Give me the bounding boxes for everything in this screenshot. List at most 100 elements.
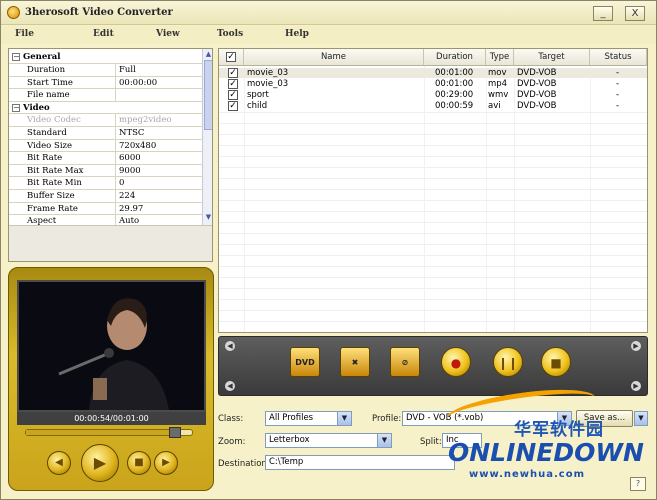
destination-input[interactable]: C:\Temp: [265, 455, 455, 470]
prop-row-bit-rate-min[interactable]: Bit Rate Min 0: [9, 177, 202, 190]
file-checkbox[interactable]: ✓: [228, 68, 238, 78]
prop-key: Standard: [27, 128, 67, 138]
empty-row-line: [219, 332, 647, 333]
empty-row-line: [219, 222, 647, 223]
prop-row-buffer-size[interactable]: Buffer Size 224: [9, 190, 202, 203]
toolbar-scroll-right-icon[interactable]: ▶: [631, 381, 641, 391]
prop-row-frame-rate[interactable]: Frame Rate 29.97: [9, 202, 202, 216]
seek-bar[interactable]: [25, 427, 193, 438]
collapse-icon[interactable]: −: [12, 53, 20, 61]
watermark-url: www.newhua.com: [469, 469, 586, 480]
convert-button[interactable]: ●: [441, 347, 471, 377]
empty-row-line: [219, 200, 647, 201]
file-checkbox[interactable]: ✓: [228, 79, 238, 89]
chevron-down-icon[interactable]: ▼: [377, 434, 391, 447]
file-name: movie_03: [247, 68, 289, 78]
minimize-button[interactable]: _: [593, 6, 613, 21]
prop-key: File name: [27, 90, 70, 101]
prop-value[interactable]: 6000: [115, 152, 201, 165]
file-status: -: [616, 90, 620, 100]
prop-key: Frame Rate: [27, 203, 78, 214]
file-target: DVD-VOB: [517, 90, 557, 100]
menu-help[interactable]: Help: [285, 29, 309, 39]
file-checkbox[interactable]: ✓: [228, 101, 238, 111]
file-row[interactable]: ✓ movie_03 00:01:00 mov DVD-VOB -: [219, 68, 647, 78]
prop-value[interactable]: 9000: [115, 164, 201, 177]
toolbar-scroll-left-icon[interactable]: ◀: [225, 381, 235, 391]
seek-handle[interactable]: [169, 427, 182, 438]
header-name[interactable]: Name: [244, 49, 424, 66]
prop-row-file-name[interactable]: File name: [9, 89, 202, 102]
next-button[interactable]: ▶: [154, 451, 178, 475]
collapse-icon[interactable]: −: [12, 103, 20, 112]
section-video[interactable]: − Video: [9, 102, 202, 115]
properties-scrollbar[interactable]: ▲ ▼: [202, 49, 212, 225]
chevron-down-icon[interactable]: ▼: [337, 412, 351, 425]
prop-row-start-time[interactable]: Start Time 00:00:00: [9, 76, 202, 90]
save-as-dropdown[interactable]: ▼: [634, 411, 648, 426]
file-row[interactable]: ✓ movie_03 00:01:00 mp4 DVD-VOB -: [219, 79, 647, 89]
file-row[interactable]: ✓ child 00:00:59 avi DVD-VOB -: [219, 101, 647, 111]
prop-value[interactable]: 29.97: [115, 202, 201, 215]
app-logo-icon: [7, 6, 20, 19]
prop-value[interactable]: 720x480: [115, 139, 201, 152]
scroll-up-icon[interactable]: ▲: [204, 50, 212, 59]
prop-row-video-size[interactable]: Video Size 720x480: [9, 139, 202, 153]
menu-view[interactable]: View: [156, 29, 180, 39]
header-type[interactable]: Type: [486, 49, 514, 66]
empty-row-line: [219, 167, 647, 168]
prop-key: Duration: [27, 65, 66, 75]
zoom-select[interactable]: Letterbox ▼: [265, 433, 392, 448]
stop-button[interactable]: ■: [127, 451, 151, 475]
prop-row-bit-rate-max[interactable]: Bit Rate Max 9000: [9, 164, 202, 178]
file-checkbox[interactable]: ✓: [228, 90, 238, 100]
add-dvd-button[interactable]: DVD: [290, 347, 320, 377]
toolbar-scroll-left-icon[interactable]: ◀: [225, 341, 235, 351]
scroll-thumb[interactable]: [204, 60, 212, 130]
prop-value[interactable]: Full: [115, 64, 201, 76]
close-button[interactable]: X: [625, 6, 645, 21]
seek-progress: [26, 430, 176, 435]
previous-button[interactable]: ◀: [47, 451, 71, 475]
section-general[interactable]: − General: [9, 51, 202, 64]
menu-tools[interactable]: Tools: [217, 29, 243, 39]
menu-file[interactable]: File: [15, 29, 34, 39]
toolbar-scroll-right-icon[interactable]: ▶: [631, 341, 641, 351]
class-label: Class:: [218, 414, 244, 424]
header-duration[interactable]: Duration: [424, 49, 486, 66]
stop-convert-button[interactable]: ■: [541, 347, 571, 377]
prop-value[interactable]: 0: [115, 177, 201, 190]
help-icon[interactable]: ?: [630, 477, 646, 491]
property-description-area: [9, 225, 212, 261]
prop-value[interactable]: 224: [115, 190, 201, 202]
properties-panel: − General Duration Full Start Time 00:00…: [8, 48, 213, 262]
prop-value[interactable]: NTSC: [115, 127, 201, 139]
empty-row-line: [219, 178, 647, 179]
header-status[interactable]: Status: [590, 49, 647, 66]
menu-edit[interactable]: Edit: [93, 29, 114, 39]
file-row[interactable]: ✓ sport 00:29:00 wmv DVD-VOB -: [219, 90, 647, 100]
pause-convert-button[interactable]: ❙❙: [493, 347, 523, 377]
file-status: -: [616, 79, 620, 89]
prop-key: Video Codec: [27, 115, 81, 126]
section-video-label: Video: [23, 102, 50, 113]
class-select[interactable]: All Profiles ▼: [265, 411, 352, 426]
clear-list-button[interactable]: ⊘: [390, 347, 420, 377]
play-button[interactable]: ▶: [81, 444, 119, 482]
header-check[interactable]: ✓: [219, 49, 244, 66]
prop-row-standard[interactable]: Standard NTSC: [9, 127, 202, 140]
select-all-checkbox[interactable]: ✓: [226, 52, 236, 62]
prop-row-bit-rate[interactable]: Bit Rate 6000: [9, 152, 202, 165]
window-title: 3herosoft Video Converter: [25, 7, 173, 18]
scroll-down-icon[interactable]: ▼: [204, 213, 212, 222]
file-duration: 00:01:00: [435, 68, 474, 78]
header-target[interactable]: Target: [514, 49, 590, 66]
prop-value[interactable]: 00:00:00: [115, 76, 201, 89]
empty-row-line: [219, 189, 647, 190]
remove-file-button[interactable]: ✖: [340, 347, 370, 377]
prop-row-duration[interactable]: Duration Full: [9, 64, 202, 77]
prop-value[interactable]: [115, 89, 201, 102]
chevron-down-icon[interactable]: ▼: [635, 412, 647, 425]
prop-key: Video Size: [27, 140, 73, 151]
file-status: -: [616, 68, 620, 78]
